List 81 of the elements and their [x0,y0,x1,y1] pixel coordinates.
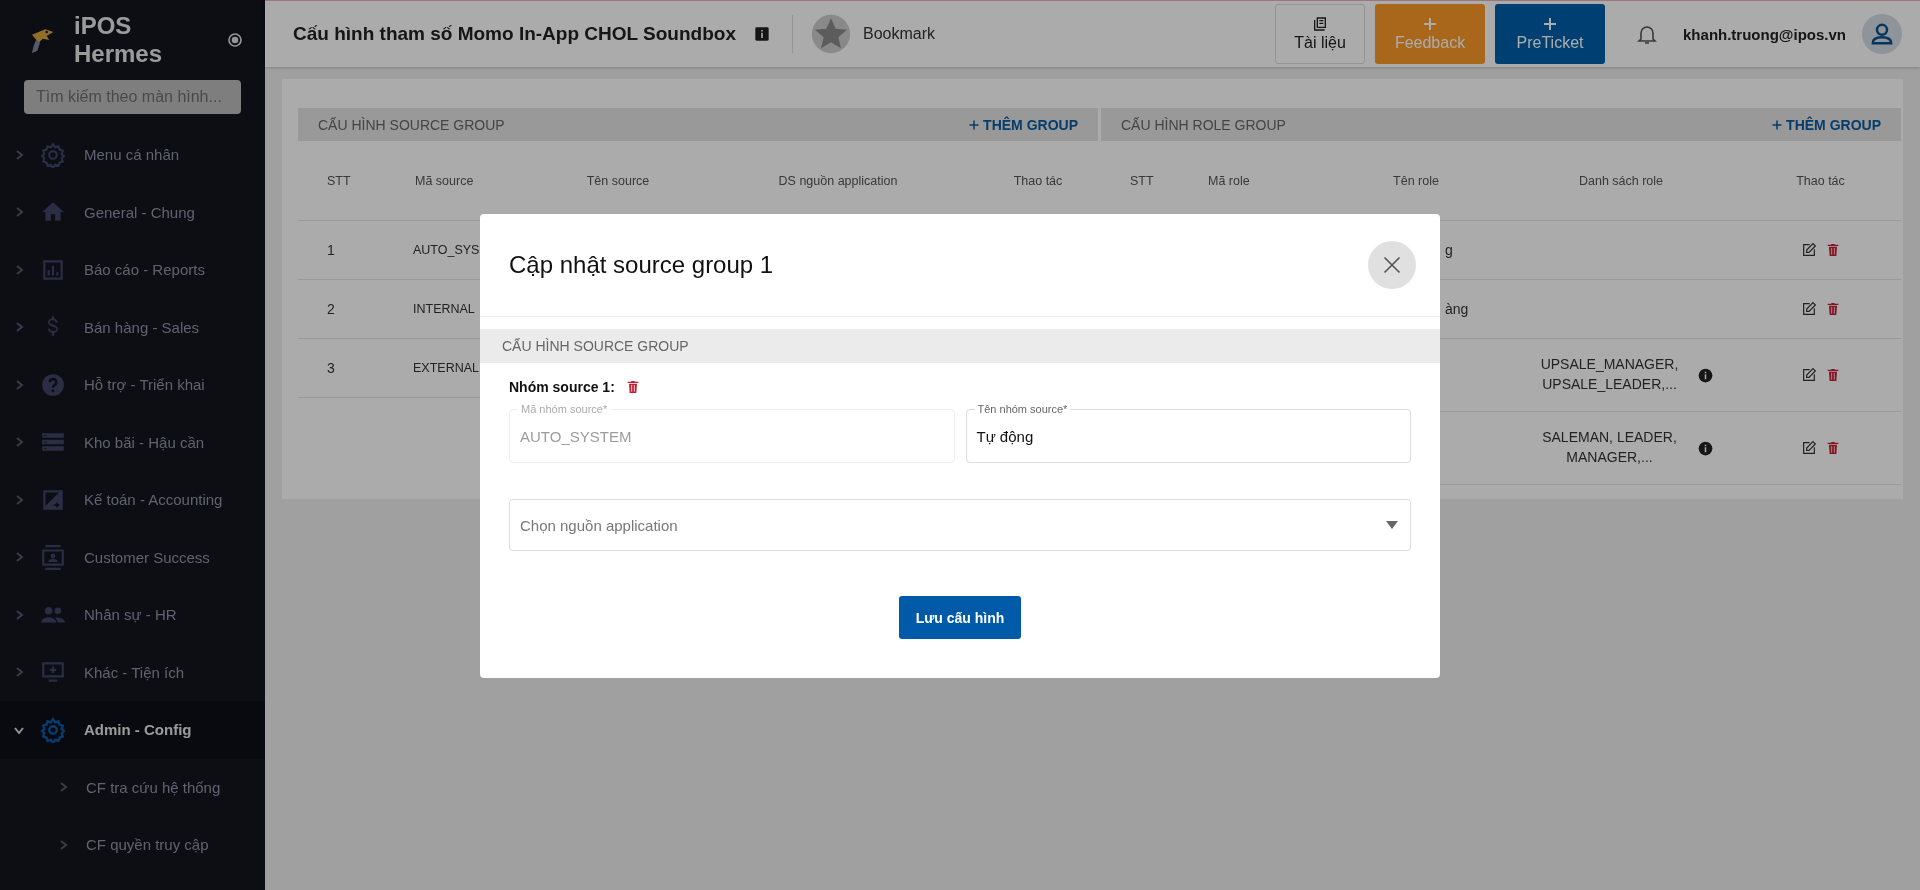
sidebar-item[interactable]: Bán hàng - Sales [0,298,265,356]
edit-icon[interactable] [1800,440,1817,456]
column-header: Thao tác [1012,173,1064,188]
chevron-right-icon [14,379,24,390]
section-title: CẤU HÌNH ROLE GROUP [1121,116,1286,133]
chevron-right-icon [14,207,24,218]
sidebar-subitem[interactable]: CF quyền truy cập [0,816,265,874]
table-cell-text: AUTO_SYS [412,243,481,257]
edit-icon[interactable] [1800,301,1817,317]
group-label: Nhóm source 1: [509,379,615,395]
sidebar-item[interactable]: General - Chung [0,183,265,241]
sidebar-item[interactable]: Customer Success [0,528,265,586]
radio-icon [227,32,243,48]
add-group-button[interactable]: THÊM GROUP [1771,116,1881,133]
close-icon [1382,255,1402,275]
chevron-right-icon [14,322,24,333]
column-header: Thao tác [1795,173,1846,188]
chevron-right-icon [14,667,24,678]
table-cell-text: 3 [326,360,336,376]
chevron-right-icon [14,264,24,275]
column-header: Mã role [1207,173,1251,188]
sidebar-item[interactable]: Khác - Tiện ích [0,643,265,701]
column-header: Tên source [585,173,651,188]
add-group-button[interactable]: THÊM GROUP [968,116,1078,133]
sidebar-item[interactable]: Menu cá nhân [0,126,265,184]
dialog-title: Cập nhật source group 1 [509,251,774,279]
feedback-button[interactable]: Feedback [1375,4,1486,64]
section-title: CẤU HÌNH SOURCE GROUP [318,116,505,133]
info-icon [753,26,770,42]
chevron-right-icon [14,609,24,620]
table-cell-text: àng [1444,301,1470,317]
gear-icon [40,716,66,743]
sidebar-item[interactable]: Hỗ trợ - Triển khai [0,356,265,414]
column-header: Tên role [1392,173,1440,188]
chevron-right-icon [14,552,24,563]
column-header: STT [1129,173,1155,188]
caret-down-icon [1386,521,1398,529]
sidebar-item[interactable]: Admin - Config [0,701,265,759]
sidebar-item[interactable]: Kho bãi - Hậu cần [0,413,265,471]
section-title: CẤU HÌNH SOURCE GROUP [480,329,1440,363]
edit-icon[interactable] [1800,242,1817,258]
table-cell-text: SALEMAN, LEADER, MANAGER,... [1541,428,1678,467]
avatar-icon [1862,14,1902,54]
chevron-right-icon [58,839,68,850]
table-cell-text: EXTERNAL [412,361,480,375]
sidebar-item[interactable]: Nhân sự - HR [0,586,265,644]
column-header: STT [326,173,352,188]
chevron-right-icon [14,149,24,160]
gear-icon [40,141,66,168]
save-button[interactable]: Lưu cấu hình [899,596,1021,639]
column-header: Mã source [414,173,475,188]
help-circle-icon [40,371,66,398]
chevron-right-icon [14,437,24,448]
sidebar-item[interactable]: Báo cáo - Reports [0,241,265,299]
user-email: khanh.truong@ipos.vn [1683,25,1846,43]
table-cell-text: UPSALE_MANAGER, UPSALE_LEADER,... [1539,355,1680,394]
brand-name: iPOS Hermes [74,12,164,68]
preticket-button[interactable]: PreTicket [1495,4,1606,64]
bookmark-label: Bookmark [862,25,936,43]
dropdown-field[interactable]: Chọn nguồn application [509,499,1411,551]
plus-icon [1422,16,1439,32]
table-cell-text: 2 [326,301,336,317]
chevron-right-icon [58,782,68,793]
close-button[interactable] [1368,241,1416,289]
table-cell-text: INTERNAL [412,302,476,316]
docs-button[interactable]: Tài liệu [1275,4,1366,64]
table-cell-text: 1 [326,242,336,258]
documents-icon [1312,16,1329,32]
sidebar-item[interactable]: Kế toán - Accounting [0,471,265,529]
plus-icon [968,118,981,131]
table-cell-text: g [1444,242,1454,258]
column-header: Danh sách role [1577,173,1665,188]
contact-card-icon [40,544,66,571]
edit-icon[interactable] [1800,367,1817,383]
column-header: DS nguồn application [777,173,899,188]
plus-icon [1771,118,1784,131]
info-icon [1697,440,1713,456]
page-title: Cấu hình tham số Momo In-App CHOL Soundbox [293,23,736,45]
plus-icon [1542,16,1559,32]
info-icon [1697,367,1713,383]
chevron-right-icon [14,494,24,505]
